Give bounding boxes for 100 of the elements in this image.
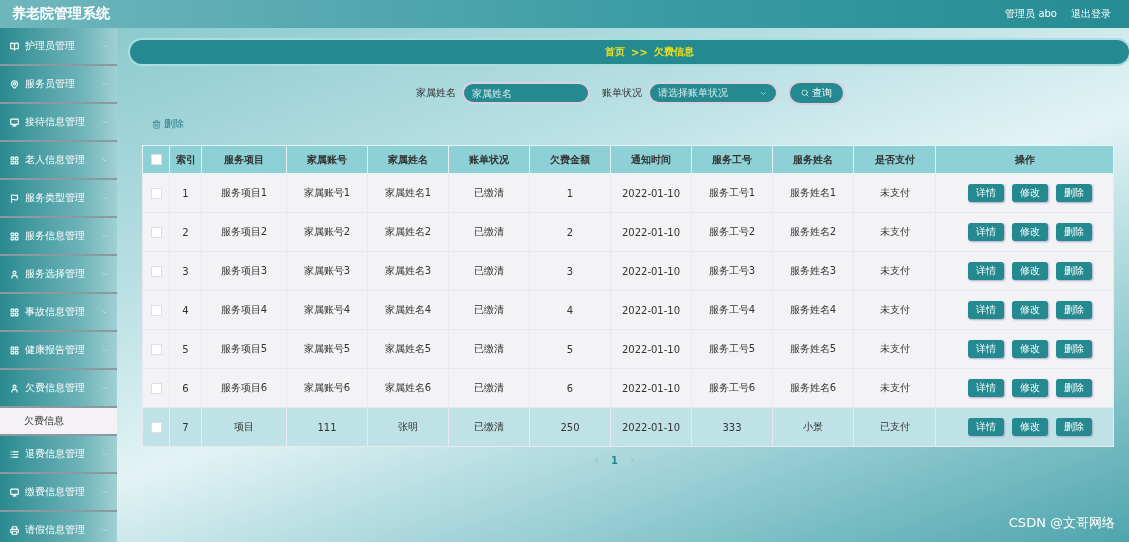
sidebar-item[interactable]: 事故信息管理 — [0, 294, 117, 332]
table-cell: 已缴清 — [448, 407, 530, 447]
checkbox[interactable] — [150, 187, 162, 199]
action-button[interactable]: 详情 — [967, 223, 1004, 241]
table-cell: 2022-01-10 — [610, 290, 692, 330]
action-button[interactable]: 详情 — [967, 301, 1004, 319]
checkbox[interactable] — [150, 265, 162, 277]
previous-page-icon[interactable] — [592, 456, 601, 465]
checkbox[interactable] — [150, 226, 162, 238]
user-name: 管理员 abo — [1005, 7, 1057, 21]
select-field[interactable]: 请选择账单状况 — [650, 84, 776, 102]
table-cell: 未支付 — [853, 329, 936, 369]
action-button[interactable]: 详情 — [967, 340, 1004, 358]
table-cell: 3 — [169, 251, 202, 291]
chevron-icon — [101, 118, 109, 126]
table-cell: 服务项目1 — [201, 173, 287, 213]
table-cell: 服务工号5 — [691, 329, 773, 369]
table-cell: 111 — [286, 407, 368, 447]
page-number[interactable]: 1 — [611, 455, 618, 466]
action-button[interactable]: 详情 — [967, 379, 1004, 397]
sidebar-item[interactable]: 退费信息管理 — [0, 436, 117, 474]
next-page-icon[interactable] — [628, 456, 637, 465]
action-button[interactable]: 删除 — [1055, 184, 1092, 202]
action-button[interactable]: 详情 — [967, 262, 1004, 280]
checkbox[interactable] — [150, 343, 162, 355]
table-cell: 2022-01-10 — [610, 173, 692, 213]
table-cell: 服务姓名6 — [772, 368, 854, 408]
menu-icon — [10, 487, 19, 497]
action-button[interactable]: 删除 — [1055, 340, 1092, 358]
sidebar-item[interactable]: 健康报告管理 — [0, 332, 117, 370]
table-cell: 家属账号6 — [286, 368, 368, 408]
search-button[interactable]: 查询 — [790, 83, 843, 103]
app-title: 养老院管理系统 — [12, 5, 110, 23]
action-button[interactable]: 删除 — [1055, 301, 1092, 319]
table-cell: 未支付 — [853, 212, 936, 252]
sidebar-item[interactable]: 服务员管理 — [0, 66, 117, 104]
table-cell: 2022-01-10 — [610, 329, 692, 369]
breadcrumb-text[interactable]: 首页 — [605, 45, 626, 59]
table-cell: 家属姓名2 — [367, 212, 449, 252]
sidebar-item[interactable]: 护理员管理 — [0, 28, 117, 66]
breadcrumb-text: >> — [631, 46, 648, 58]
sidebar-item[interactable]: 接待信息管理 — [0, 104, 117, 142]
watermark-text: CSDN @文哥网络 — [1008, 514, 1115, 532]
chevron-icon — [101, 80, 109, 88]
action-button[interactable]: 详情 — [967, 184, 1004, 202]
menu-icon — [10, 155, 19, 165]
chevron-icon — [101, 232, 109, 240]
action-button[interactable]: 删除 — [1055, 379, 1092, 397]
menu-icon — [10, 117, 19, 127]
table-cell: 5 — [529, 329, 611, 369]
sidebar-item[interactable]: 服务类型管理 — [0, 180, 117, 218]
delete-button[interactable]: 删除 — [152, 117, 184, 131]
submenu-item[interactable]: 欠费信息 — [0, 408, 117, 436]
table-cell: 2022-01-10 — [610, 212, 692, 252]
input-field[interactable]: 家属姓名 — [464, 84, 588, 102]
table-cell: 家属姓名4 — [367, 290, 449, 330]
table-cell: 已缴清 — [448, 173, 530, 213]
table-cell: 已缴清 — [448, 251, 530, 291]
action-button[interactable]: 删除 — [1055, 223, 1092, 241]
table-cell: 333 — [691, 407, 773, 447]
checkbox[interactable] — [150, 154, 162, 166]
action-button[interactable]: 修改 — [1011, 223, 1048, 241]
table-cell: 项目 — [201, 407, 287, 447]
sidebar-item[interactable]: 缴费信息管理 — [0, 474, 117, 512]
table-cell: 4 — [529, 290, 611, 330]
table-cell: 服务项目5 — [201, 329, 287, 369]
column-header: 家属账号 — [286, 145, 368, 174]
checkbox[interactable] — [150, 382, 162, 394]
sidebar-item[interactable]: 服务信息管理 — [0, 218, 117, 256]
menu-icon — [10, 269, 19, 279]
sidebar-item[interactable]: 服务选择管理 — [0, 256, 117, 294]
chevron-icon — [101, 346, 109, 354]
table-cell: 未支付 — [853, 173, 936, 213]
action-button[interactable]: 修改 — [1011, 184, 1048, 202]
action-button[interactable]: 详情 — [967, 418, 1004, 436]
table-cell: 已缴清 — [448, 329, 530, 369]
table-cell: 家属账号3 — [286, 251, 368, 291]
logout-link[interactable]: 退出登录 — [1071, 7, 1111, 21]
action-button[interactable]: 删除 — [1055, 418, 1092, 436]
column-header: 是否支付 — [853, 145, 936, 174]
table-cell: 服务项目6 — [201, 368, 287, 408]
action-button[interactable]: 修改 — [1011, 379, 1048, 397]
action-button[interactable]: 修改 — [1011, 418, 1048, 436]
menu-icon — [10, 193, 19, 203]
action-button[interactable]: 修改 — [1011, 262, 1048, 280]
action-button[interactable]: 删除 — [1055, 262, 1092, 280]
checkbox[interactable] — [150, 304, 162, 316]
table-cell: 7 — [169, 407, 202, 447]
table-cell: 2 — [529, 212, 611, 252]
action-button[interactable]: 修改 — [1011, 340, 1048, 358]
menu-icon — [10, 449, 19, 459]
column-header: 索引 — [169, 145, 202, 174]
sidebar-item[interactable]: 请假信息管理 — [0, 512, 117, 542]
action-button[interactable]: 修改 — [1011, 301, 1048, 319]
table-cell: 2022-01-10 — [610, 251, 692, 291]
field-label: 账单状况 — [602, 86, 642, 100]
checkbox[interactable] — [150, 421, 162, 433]
menu-icon — [10, 383, 19, 393]
sidebar-item[interactable]: 老人信息管理 — [0, 142, 117, 180]
table-cell: 未支付 — [853, 251, 936, 291]
